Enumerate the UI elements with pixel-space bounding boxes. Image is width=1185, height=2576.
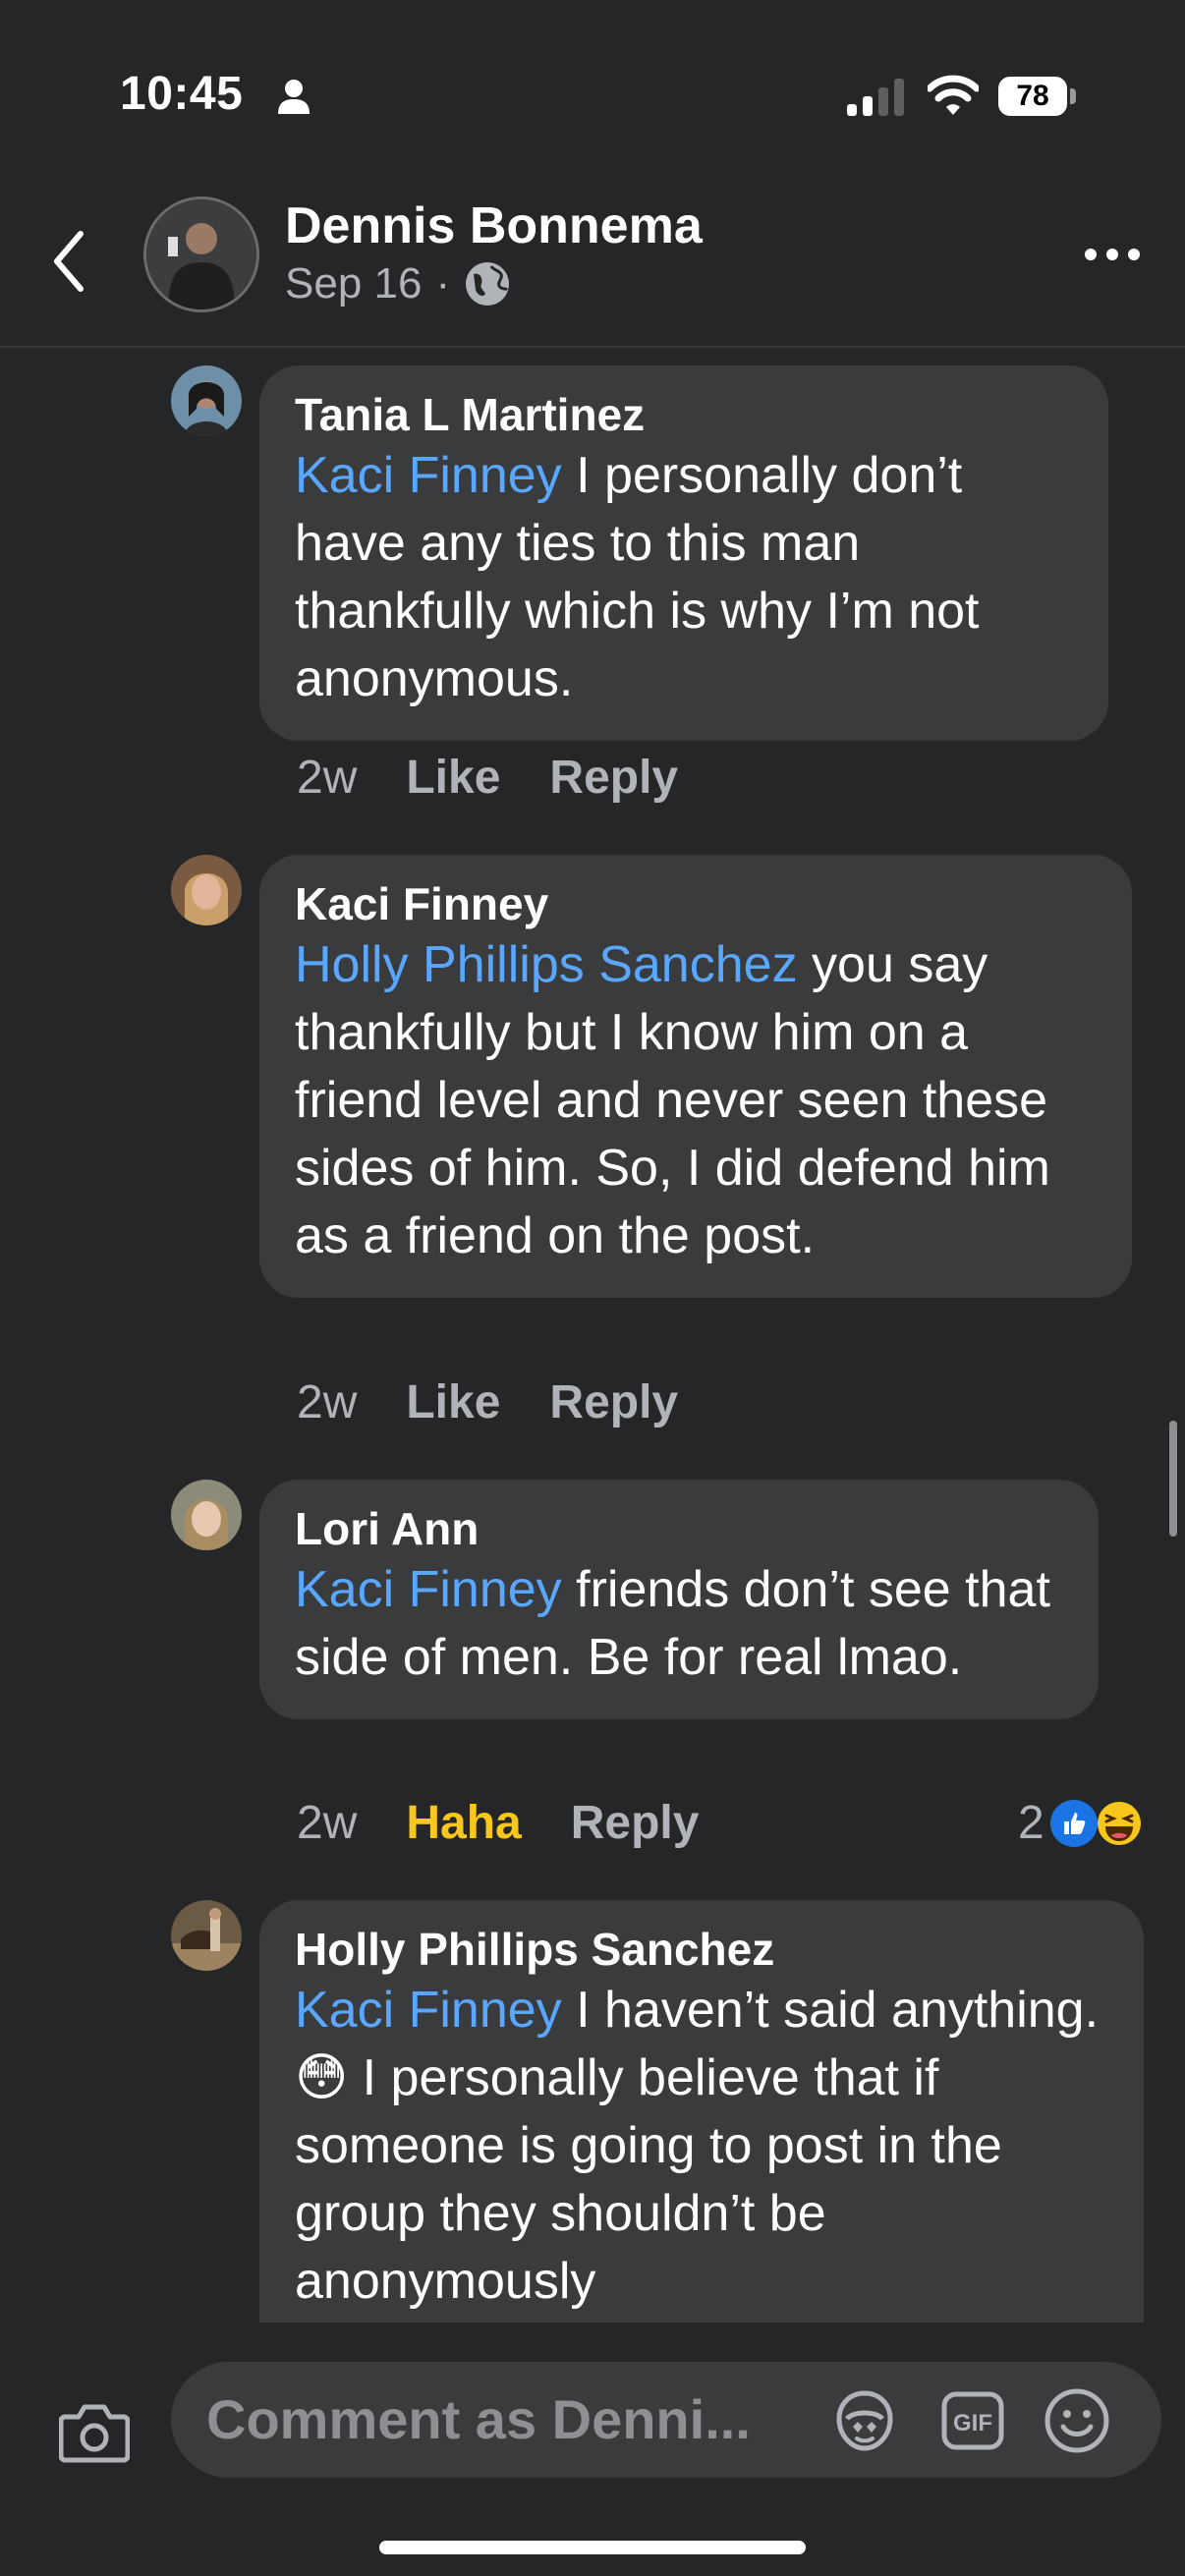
comment-actions: 2w Haha Reply — [297, 1796, 699, 1850]
avatar[interactable] — [171, 1900, 242, 1971]
author-avatar[interactable] — [143, 196, 259, 312]
avatar[interactable] — [171, 855, 242, 925]
post-date[interactable]: Sep 16 — [285, 259, 422, 308]
comment-actions: 2w Like Reply — [297, 1375, 678, 1429]
cellular-signal-icon — [847, 79, 904, 116]
comment-bubble[interactable]: Holly Phillips Sanchez Kaci Finney I hav… — [259, 1900, 1144, 2323]
battery-indicator: 78 — [998, 77, 1076, 116]
comment-author[interactable]: Tania L Martinez — [295, 387, 1071, 442]
haha-reaction-icon — [1097, 1801, 1141, 1845]
comment-bubble[interactable]: Lori Ann Kaci Finney friends don’t see t… — [259, 1480, 1099, 1719]
comment-input[interactable]: Comment as Denni... GIF — [171, 2362, 1161, 2478]
like-button[interactable]: Like — [406, 1375, 500, 1429]
comment-bubble[interactable]: Tania L Martinez Kaci Finney I personall… — [259, 365, 1108, 741]
comment-input-placeholder: Comment as Denni... — [206, 2388, 751, 2450]
reaction-summary[interactable]: 2 — [1018, 1796, 1143, 1850]
globe-icon — [466, 262, 510, 306]
svg-text:GIF: GIF — [953, 2410, 992, 2436]
comment-text: Kaci Finney friends don’t see that side … — [295, 1561, 1050, 1686]
reply-button[interactable]: Reply — [549, 751, 678, 805]
like-reaction-icon — [1049, 1799, 1098, 1847]
comment-bubble[interactable]: Kaci Finney Holly Phillips Sanchez you s… — [259, 855, 1132, 1298]
comment-actions: 2w Like Reply — [297, 751, 678, 805]
reply-button[interactable]: Reply — [549, 1375, 678, 1429]
comment-text: Holly Phillips Sanchez you say thankfull… — [295, 936, 1050, 1264]
meta-separator: · — [435, 259, 451, 308]
mention-link[interactable]: Kaci Finney — [295, 1561, 562, 1618]
comment-composer: Comment as Denni... GIF — [0, 2323, 1185, 2576]
mention-link[interactable]: Kaci Finney — [295, 447, 562, 504]
status-bar: 10:45 78 — [0, 0, 1185, 187]
emoji-icon[interactable] — [1044, 2387, 1110, 2454]
comment-time: 2w — [297, 1376, 358, 1428]
mention-link[interactable]: Holly Phillips Sanchez — [295, 936, 798, 993]
like-button[interactable]: Like — [406, 751, 500, 805]
gif-icon[interactable]: GIF — [941, 2391, 1004, 2450]
camera-icon[interactable] — [59, 2401, 130, 2464]
comment-time: 2w — [297, 752, 358, 804]
battery-level: 78 — [1016, 80, 1049, 112]
more-icon[interactable] — [1081, 240, 1144, 269]
comment-text: Kaci Finney I personally don’t have any … — [295, 447, 980, 707]
avatar-sticker-icon[interactable] — [833, 2389, 896, 2452]
post-header: Dennis Bonnema Sep 16 · — [0, 187, 1185, 348]
comment-author[interactable]: Kaci Finney — [295, 876, 1095, 931]
post-meta: Sep 16 · — [285, 259, 511, 308]
person-icon — [278, 80, 310, 114]
reaction-count: 2 — [1018, 1797, 1044, 1849]
comment-author[interactable]: Lori Ann — [295, 1501, 1061, 1556]
post-author-name[interactable]: Dennis Bonnema — [285, 196, 703, 255]
wifi-icon — [928, 75, 979, 115]
avatar[interactable] — [171, 365, 242, 436]
scrollbar[interactable] — [1169, 1421, 1177, 1537]
comment-text: Kaci Finney I haven’t said anything.😳 I … — [295, 1982, 1100, 2310]
avatar[interactable] — [171, 1480, 242, 1550]
comment-time: 2w — [297, 1797, 358, 1849]
mention-link[interactable]: Kaci Finney — [295, 1982, 562, 2039]
home-indicator[interactable] — [379, 2541, 806, 2554]
status-time: 10:45 — [120, 68, 244, 120]
haha-reaction-button[interactable]: Haha — [406, 1796, 521, 1850]
reply-button[interactable]: Reply — [571, 1796, 700, 1850]
comment-author[interactable]: Holly Phillips Sanchez — [295, 1922, 1106, 1977]
back-icon[interactable] — [43, 222, 98, 301]
